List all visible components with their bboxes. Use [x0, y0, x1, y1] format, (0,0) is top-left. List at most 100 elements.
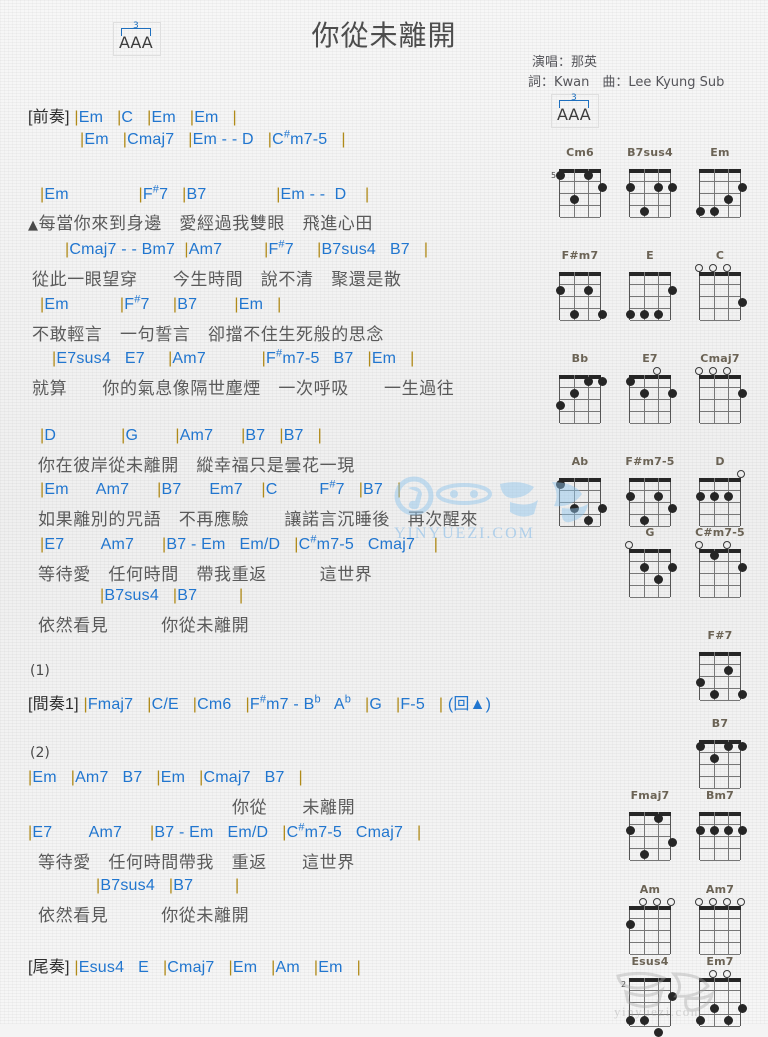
finger-dot [737, 388, 747, 398]
nut-bar [628, 978, 672, 982]
fret-line [700, 860, 740, 862]
verse-number-label: (2) [30, 745, 50, 761]
finger-dot [625, 182, 635, 192]
chord-diagram: F#7 [692, 629, 748, 702]
nut-bar [558, 272, 602, 276]
fret-line [630, 217, 670, 219]
open-string-circle-icon [737, 470, 745, 478]
fret-line [700, 597, 740, 599]
fret-line [700, 573, 740, 575]
fretboard-grid [555, 478, 607, 528]
open-string-markers [692, 160, 748, 169]
chord-diagram: Cm6 5 [551, 146, 608, 219]
string-line [574, 375, 576, 423]
nut-bar [698, 812, 742, 816]
fret-line [700, 776, 740, 778]
finger-dot [667, 503, 677, 513]
finger-dot [555, 479, 565, 489]
triplet-strum-pattern-top-left: 3 AAA [113, 21, 161, 56]
chord-line: |B7sus4 |B7 | [96, 877, 240, 894]
lyric-line: 你在彼岸從未離開 縱幸福只是曇花一現 [38, 456, 355, 476]
chord-diagram: F#m7 [552, 249, 608, 322]
finger-dot [569, 388, 579, 398]
fret-line [560, 423, 600, 425]
finger-dot [667, 991, 677, 1001]
string-line [728, 169, 730, 217]
open-string-markers [622, 366, 678, 375]
open-string-circle-icon [695, 367, 703, 375]
fretboard-grid [698, 906, 742, 956]
fret-line [700, 514, 740, 516]
open-string-circle-icon [653, 367, 661, 375]
chord-diagram: Bm7 [692, 789, 748, 862]
string-line [714, 375, 716, 423]
fret-line [560, 181, 600, 183]
chord-diagram: Am7 [692, 883, 748, 956]
finger-dot [583, 170, 593, 180]
fretboard-grid: 5 [551, 169, 607, 219]
fret-line [700, 1014, 740, 1016]
finger-dot [695, 206, 705, 216]
finger-dot [583, 285, 593, 295]
fret-line [630, 387, 670, 389]
open-string-circle-icon [695, 264, 703, 272]
chord-diagram: Ab [552, 455, 608, 528]
open-string-circle-icon [695, 541, 703, 549]
lyric-line: 等待愛 任何時間 帶我重返 這世界 [38, 565, 373, 585]
finger-dot [723, 825, 733, 835]
fret-line [700, 561, 740, 563]
string-line [714, 740, 716, 788]
finger-dot [555, 285, 565, 295]
fret-line [630, 585, 670, 587]
fret-line [560, 387, 600, 389]
finger-dot [709, 825, 719, 835]
fret-line [560, 193, 600, 195]
fret-line [700, 918, 740, 920]
finger-dot [695, 741, 705, 751]
chord-diagram-name: E7 [642, 352, 658, 365]
fret-line [630, 930, 670, 932]
chord-diagram: Em7 [692, 955, 748, 1028]
string-line [574, 478, 576, 526]
finger-dot [639, 562, 649, 572]
finger-dot [625, 919, 635, 929]
nut-bar [698, 740, 742, 744]
finger-dot [667, 837, 677, 847]
finger-dot [737, 741, 747, 751]
chord-diagram-name: Am7 [705, 883, 735, 896]
verse-number-label: (1) [30, 663, 50, 679]
chord-diagram: Cmaj7 [692, 352, 748, 425]
triplet-strum-pattern-top-right: 3 AAA [551, 93, 599, 128]
string-line [658, 478, 660, 526]
chord-diagram: Fmaj7 [622, 789, 678, 862]
fret-line [700, 1026, 740, 1028]
chord-line: |Em |Cmaj7 |Em - - D |C#m7-5 | [80, 128, 346, 148]
string-line [658, 978, 660, 1026]
finger-dot [569, 194, 579, 204]
open-string-markers [622, 969, 678, 978]
fret-line [700, 990, 740, 992]
finger-dot [723, 491, 733, 501]
open-string-markers [692, 897, 748, 906]
chord-diagram-name: Esus4 [631, 955, 669, 968]
fret-line [630, 836, 670, 838]
chord-diagram: Em [692, 146, 748, 219]
finger-dot [639, 849, 649, 859]
nut-bar [628, 169, 672, 173]
nut-bar [628, 906, 672, 910]
open-string-markers [622, 803, 678, 812]
finger-dot [597, 376, 607, 386]
fret-line [560, 502, 600, 504]
starting-fret-label: 2 [621, 980, 627, 989]
fret-line [700, 752, 740, 754]
fret-line [560, 308, 600, 310]
fret-line [700, 181, 740, 183]
string-line [658, 906, 660, 954]
chord-diagram-name: Cmaj7 [700, 352, 740, 365]
finger-dot [653, 574, 663, 584]
finger-dot [653, 491, 663, 501]
finger-dot [583, 376, 593, 386]
fret-line [700, 284, 740, 286]
fretboard-grid [695, 812, 747, 862]
finger-dot [737, 182, 747, 192]
